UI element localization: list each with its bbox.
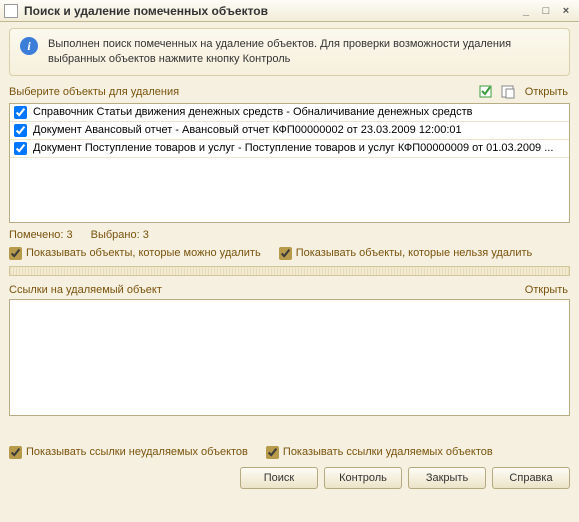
splitter-handle[interactable] <box>9 266 570 276</box>
references-header: Ссылки на удаляемый объект <box>9 284 525 296</box>
show-nondeletable-refs[interactable]: Показывать ссылки неудаляемых объектов <box>9 446 248 459</box>
filter-deletable-checkbox[interactable] <box>9 247 22 260</box>
show-nondeletable-refs-label: Показывать ссылки неудаляемых объектов <box>26 446 248 458</box>
maximize-button[interactable]: □ <box>537 3 555 19</box>
list-item[interactable]: Документ Поступление товаров и услуг - П… <box>10 140 569 158</box>
selected-label: Выбрано: <box>91 229 140 241</box>
item-checkbox[interactable] <box>14 106 27 119</box>
filter-deletable[interactable]: Показывать объекты, которые можно удалит… <box>9 247 261 260</box>
uncheck-all-icon[interactable] <box>501 84 517 100</box>
open-link-bottom[interactable]: Открыть <box>525 284 570 296</box>
item-text: Справочник Статьи движения денежных сред… <box>33 106 472 118</box>
close-button[interactable]: Закрыть <box>408 467 486 489</box>
help-button[interactable]: Справка <box>492 467 570 489</box>
item-text: Документ Авансовый отчет - Авансовый отч… <box>33 124 462 136</box>
filter-undeletable-checkbox[interactable] <box>279 247 292 260</box>
select-objects-label: Выберите объекты для удаления <box>9 86 479 98</box>
show-deletable-refs[interactable]: Показывать ссылки удаляемых объектов <box>266 446 493 459</box>
window-icon <box>4 4 18 18</box>
list-item[interactable]: Справочник Статьи движения денежных сред… <box>10 104 569 122</box>
objects-list[interactable]: Справочник Статьи движения денежных сред… <box>9 103 570 223</box>
show-deletable-refs-checkbox[interactable] <box>266 446 279 459</box>
info-panel: i Выполнен поиск помеченных на удаление … <box>9 28 570 76</box>
control-button[interactable]: Контроль <box>324 467 402 489</box>
window-title: Поиск и удаление помеченных объектов <box>24 4 515 18</box>
marked-label: Помечено: <box>9 229 63 241</box>
filter-undeletable-label: Показывать объекты, которые нельзя удали… <box>296 247 533 259</box>
filter-undeletable[interactable]: Показывать объекты, которые нельзя удали… <box>279 247 533 260</box>
item-text: Документ Поступление товаров и услуг - П… <box>33 142 553 154</box>
button-row: Поиск Контроль Закрыть Справка <box>9 467 570 489</box>
close-window-button[interactable]: × <box>557 3 575 19</box>
show-deletable-refs-label: Показывать ссылки удаляемых объектов <box>283 446 493 458</box>
info-text: Выполнен поиск помеченных на удаление об… <box>48 37 559 67</box>
status-line: Помечено: 3 Выбрано: 3 <box>9 229 570 241</box>
check-all-icon[interactable] <box>479 84 495 100</box>
filter-deletable-label: Показывать объекты, которые можно удалит… <box>26 247 261 259</box>
open-link-top[interactable]: Открыть <box>525 86 570 98</box>
titlebar: Поиск и удаление помеченных объектов _ □… <box>0 0 579 22</box>
search-button[interactable]: Поиск <box>240 467 318 489</box>
info-icon: i <box>20 37 38 55</box>
minimize-button[interactable]: _ <box>517 3 535 19</box>
show-nondeletable-refs-checkbox[interactable] <box>9 446 22 459</box>
marked-value: 3 <box>67 229 73 241</box>
selected-value: 3 <box>143 229 149 241</box>
item-checkbox[interactable] <box>14 142 27 155</box>
list-item[interactable]: Документ Авансовый отчет - Авансовый отч… <box>10 122 569 140</box>
references-list[interactable] <box>9 299 570 416</box>
item-checkbox[interactable] <box>14 124 27 137</box>
